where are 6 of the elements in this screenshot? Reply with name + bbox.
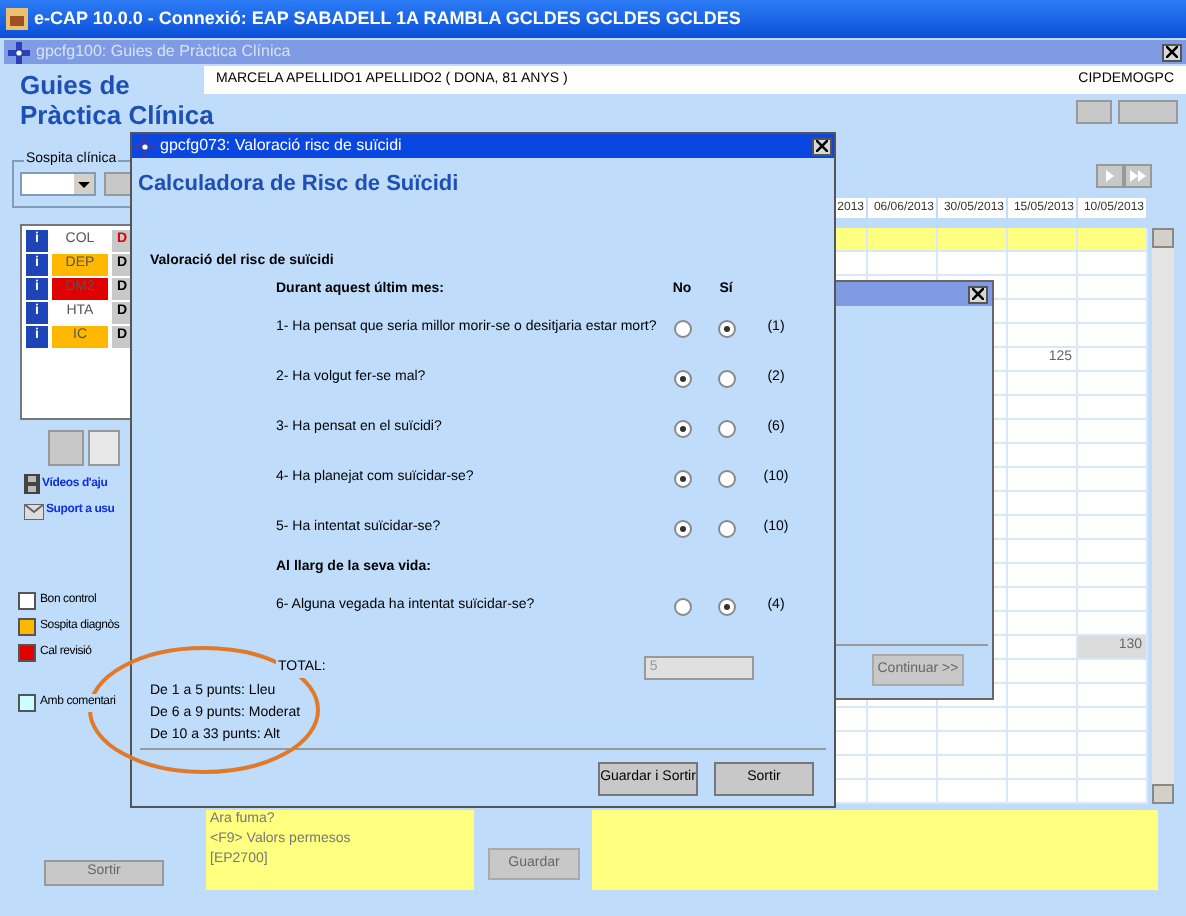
page-heading: Guies de xyxy=(20,70,132,100)
app-title: e-CAP 10.0.0 - Connexió: EAP SABADELL 1A RAMBLA GCLDES GCLDES GCLDES xyxy=(34,5,741,32)
window-title: gpcfg100: Guies de Pràctica Clínica xyxy=(36,40,293,64)
dialog-title: gpcfg073: Valoració risc de suïcidi xyxy=(160,134,404,158)
dialog-heading: Calculadora de Risc de Suïcidi xyxy=(136,170,461,200)
page-heading: Pràctica Clínica xyxy=(20,100,214,130)
